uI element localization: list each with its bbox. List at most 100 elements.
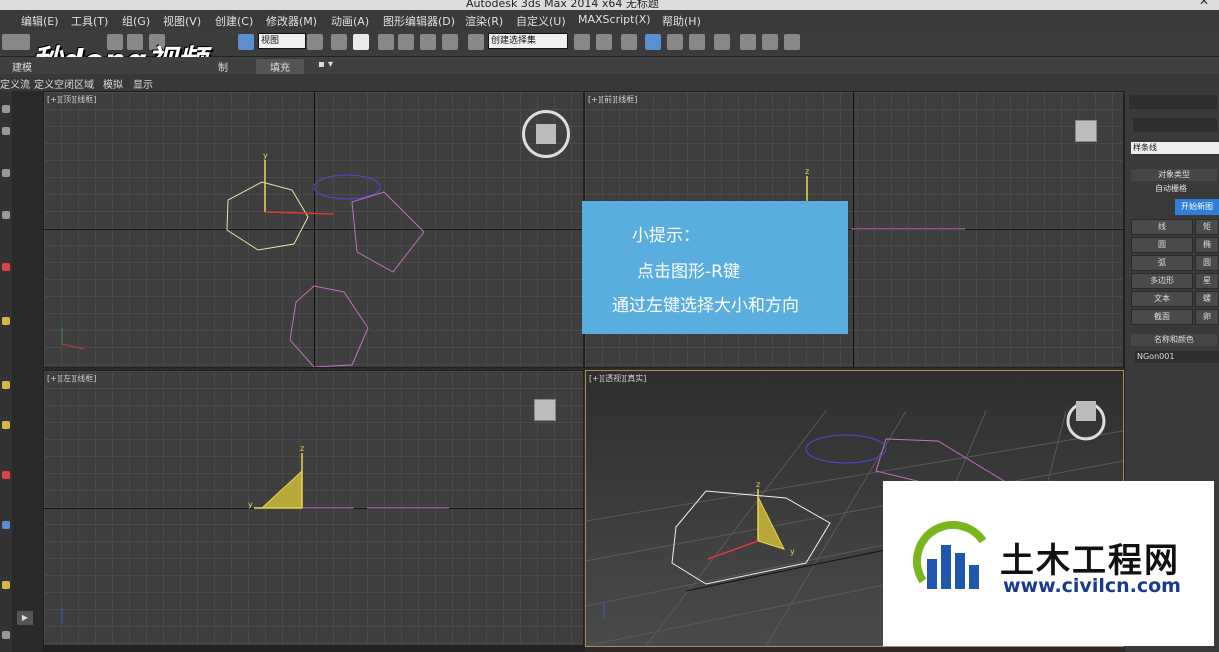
ribbon-tabs: 建模 制 填充 ▪ ▾ (0, 57, 1219, 74)
named-selection-set[interactable]: 创建选择集 (488, 33, 568, 49)
percent-snap-icon[interactable] (420, 34, 436, 50)
tool-icon[interactable] (2, 631, 10, 639)
corner-axis-x (61, 343, 85, 350)
circle-shape (313, 174, 381, 200)
left-command-strip (0, 91, 12, 652)
tip-title: 小提示： (632, 226, 700, 246)
tool-icon[interactable] (2, 105, 10, 113)
circle-shape (805, 434, 887, 464)
tool-icon[interactable] (2, 169, 10, 177)
gizmo-y-label: y (263, 151, 268, 160)
tool-icon[interactable] (2, 581, 10, 589)
select-move-icon[interactable] (238, 34, 254, 50)
curve-editor-icon[interactable] (667, 34, 683, 50)
text-button[interactable]: 文本 (1131, 291, 1193, 307)
tool-icon[interactable] (2, 263, 10, 271)
rollout-name-and-color[interactable]: 名称和颜色 (1131, 334, 1217, 346)
menu-bar: 编辑(E) 工具(T) 组(G) 视图(V) 创建(C) 修改器(M) 动画(A… (0, 10, 1219, 30)
arc-button[interactable]: 弧 (1131, 255, 1193, 271)
category-dropdown[interactable]: 样条线 (1131, 142, 1219, 154)
link-icon[interactable] (14, 34, 30, 50)
civilcn-logo-icon (913, 521, 987, 589)
layer-icon[interactable] (621, 34, 637, 50)
tool-icon[interactable] (2, 421, 10, 429)
render-frame-icon[interactable] (762, 34, 778, 50)
edit-named-selection-icon[interactable] (468, 34, 484, 50)
egg-button[interactable]: 卵 (1195, 309, 1219, 325)
ribbon-tab-populate[interactable]: 填充 (256, 59, 304, 74)
schematic-view-icon[interactable] (689, 34, 705, 50)
circle-button[interactable]: 圆 (1131, 237, 1193, 253)
pivot-icon[interactable] (307, 34, 323, 50)
gizmo-y-label: y (248, 500, 253, 509)
simulate[interactable]: 模拟 (103, 76, 123, 91)
ellipse-button[interactable]: 椭 (1195, 237, 1219, 253)
menu-help[interactable]: 帮助(H) (662, 13, 701, 29)
ribbon-options-icon[interactable]: ▪ ▾ (318, 59, 333, 70)
menu-edit[interactable]: 编辑(E) (21, 13, 59, 29)
line-button[interactable]: 线 (1131, 219, 1193, 235)
top-view-shapes: y (61, 151, 425, 367)
snap-icon[interactable] (353, 34, 369, 50)
ngon-button[interactable]: 多边形 (1131, 273, 1193, 289)
menu-maxscript[interactable]: MAXScript(X) (578, 13, 651, 26)
reference-coordinate-select[interactable]: 视图 (258, 33, 306, 49)
render-icon[interactable] (784, 34, 800, 50)
close-icon[interactable]: ✕ (1199, 0, 1209, 8)
ribbon-subbar: 定义流 定义空闭区域 模拟 显示 (0, 74, 1219, 91)
mirror-icon[interactable] (574, 34, 590, 50)
render-setup-icon[interactable] (740, 34, 756, 50)
display[interactable]: 显示 (133, 76, 153, 91)
play-icon[interactable]: ▶ (17, 611, 33, 625)
create-category-icons[interactable] (1133, 118, 1217, 132)
menu-group[interactable]: 组(G) (122, 13, 150, 29)
ribbon-tab-paint[interactable]: 制 (218, 59, 228, 74)
gizmo-plane (757, 496, 785, 550)
move-icon[interactable] (331, 34, 347, 50)
rollout-object-type[interactable]: 对象类型 (1131, 169, 1217, 181)
menu-views[interactable]: 视图(V) (163, 13, 201, 29)
object-name-field[interactable]: NGon001 (1135, 351, 1219, 363)
viewport-left[interactable]: [+][左][线框] z y (43, 370, 584, 647)
time-slider[interactable] (43, 645, 585, 652)
tool-icon[interactable] (2, 211, 10, 219)
section-button[interactable]: 截面 (1131, 309, 1193, 325)
menu-modifiers[interactable]: 修改器(M) (266, 13, 317, 29)
menu-rendering[interactable]: 渲染(R) (465, 13, 503, 29)
selected-ngon (226, 181, 309, 251)
rectangle-button[interactable]: 矩 (1195, 219, 1219, 235)
viewport-top[interactable]: [+][顶][线框] y (43, 91, 584, 368)
angle-snap-icon[interactable] (398, 34, 414, 50)
menu-tools[interactable]: 工具(T) (71, 13, 108, 29)
snap-3d-icon[interactable] (378, 34, 394, 50)
tool-icon[interactable] (2, 471, 10, 479)
star-button[interactable]: 星 (1195, 273, 1219, 289)
menu-animation[interactable]: 动画(A) (331, 13, 369, 29)
command-panel-tabs[interactable] (1129, 95, 1217, 109)
define-flows[interactable]: 定义流 (0, 76, 30, 91)
window-title: Autodesk 3ds Max 2014 x64 无标题 (466, 0, 659, 10)
tool-icon[interactable] (2, 521, 10, 529)
scene-explorer-icon[interactable] (645, 34, 661, 50)
helix-button[interactable]: 螺 (1195, 291, 1219, 307)
gizmo-y-label: y (790, 547, 795, 556)
tool-icon[interactable] (2, 127, 10, 135)
donut-button[interactable]: 圆 (1195, 255, 1219, 271)
pentagon-shape (351, 191, 425, 273)
menu-create[interactable]: 创建(C) (215, 13, 253, 29)
start-new-shape-button[interactable]: 开始新图 (1175, 199, 1219, 215)
tip-line-1: 点击图形-R键 (637, 262, 740, 282)
menu-customize[interactable]: 自定义(U) (516, 13, 566, 29)
auto-grid-checkbox[interactable]: 自动栅格 (1155, 183, 1187, 194)
watermark-logo-bottom: 土木工程网 www.civilcn.com (883, 481, 1214, 646)
tool-icon[interactable] (2, 381, 10, 389)
define-idle-areas[interactable]: 定义空闭区域 (34, 76, 94, 91)
selected-ngon (671, 490, 831, 585)
gizmo-x-axis (707, 540, 759, 560)
spinner-snap-icon[interactable] (442, 34, 458, 50)
material-editor-icon[interactable] (714, 34, 730, 50)
ribbon-tab-modeling[interactable]: 建模 (12, 59, 32, 74)
align-icon[interactable] (596, 34, 612, 50)
menu-graph-editors[interactable]: 图形编辑器(D) (383, 13, 455, 29)
tool-icon[interactable] (2, 317, 10, 325)
